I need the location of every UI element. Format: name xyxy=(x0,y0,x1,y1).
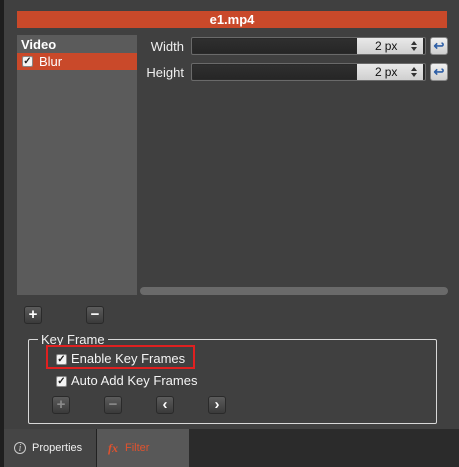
filter-item-blur[interactable]: ✓ Blur xyxy=(17,53,137,70)
width-value-box[interactable]: 2 px xyxy=(357,38,423,54)
undo-arrow-icon: ↩ xyxy=(433,64,445,79)
filter-item-label: Blur xyxy=(39,54,63,69)
tab-filter-label: Filter xyxy=(125,442,150,454)
height-slider[interactable] xyxy=(193,65,356,79)
blur-checkbox[interactable]: ✓ xyxy=(22,56,33,67)
filter-list[interactable]: Video ✓ Blur xyxy=(17,35,137,295)
remove-filter-button[interactable]: − xyxy=(86,306,104,324)
height-unit: px xyxy=(384,65,398,79)
horizontal-scrollbar[interactable] xyxy=(140,287,448,295)
info-icon: i xyxy=(14,442,26,454)
height-value: 2 xyxy=(375,65,382,79)
fx-icon: fx xyxy=(108,441,118,455)
add-filter-button[interactable]: + xyxy=(24,306,42,324)
remove-key-frame-button[interactable]: − xyxy=(104,396,122,414)
auto-add-key-frames-label: Auto Add Key Frames xyxy=(71,373,198,388)
width-value: 2 xyxy=(375,39,382,53)
height-label: Height xyxy=(146,65,184,80)
highlight-box xyxy=(46,345,195,369)
previous-key-frame-button[interactable]: ‹ xyxy=(156,396,174,414)
height-stepper[interactable] xyxy=(411,67,419,77)
tab-filter[interactable]: fx Filter xyxy=(97,429,189,467)
auto-add-key-frames-check[interactable]: ✓ xyxy=(56,376,67,387)
height-reset-button[interactable]: ↩ xyxy=(430,63,448,81)
height-field[interactable]: 2 px xyxy=(191,63,426,81)
width-unit: px xyxy=(384,39,398,53)
add-key-frame-button[interactable]: + xyxy=(52,396,70,414)
width-slider[interactable] xyxy=(193,39,356,53)
tab-properties[interactable]: i Properties xyxy=(4,429,97,467)
undo-arrow-icon: ↩ xyxy=(433,38,445,53)
bottom-tab-bar: i Properties fx Filter xyxy=(4,429,459,467)
next-key-frame-button[interactable]: › xyxy=(208,396,226,414)
filter-list-header: Video xyxy=(21,37,57,52)
clip-title: e1.mp4 xyxy=(17,11,447,28)
height-value-box[interactable]: 2 px xyxy=(357,64,423,80)
width-field[interactable]: 2 px xyxy=(191,37,426,55)
width-stepper[interactable] xyxy=(411,41,419,51)
width-reset-button[interactable]: ↩ xyxy=(430,37,448,55)
tab-properties-label: Properties xyxy=(32,442,83,454)
width-label: Width xyxy=(150,39,184,54)
